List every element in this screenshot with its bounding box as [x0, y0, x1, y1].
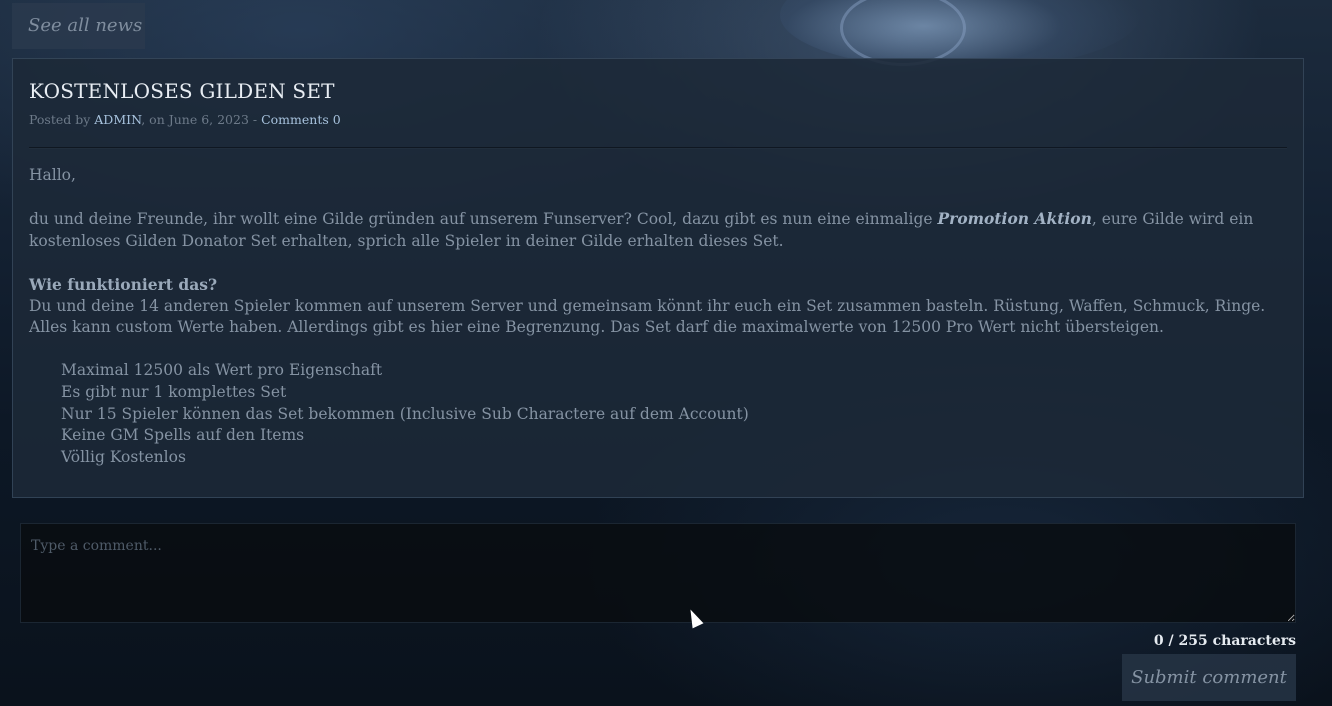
article-meta: Posted by ADMIN, on June 6, 2023 - Comme…	[29, 112, 341, 127]
comments-link[interactable]: Comments 0	[261, 112, 341, 127]
news-article-card: KOSTENLOSES GILDEN SET Posted by ADMIN, …	[12, 58, 1304, 498]
intro-paragraph: du und deine Freunde, ihr wollt eine Gil…	[29, 208, 1289, 252]
list-item: Maximal 12500 als Wert pro Eigenschaft	[61, 361, 383, 380]
article-title: KOSTENLOSES GILDEN SET	[29, 79, 335, 103]
how-it-works-heading: Wie funktioniert das?	[29, 274, 218, 294]
see-all-news-button[interactable]: See all news	[12, 3, 145, 49]
how-it-works-text: Du und deine 14 anderen Spieler kommen a…	[29, 296, 1266, 337]
rules-list: Maximal 12500 als Wert pro Eigenschaft E…	[29, 360, 1289, 468]
intro-text-start: du und deine Freunde, ihr wollt eine Gil…	[29, 210, 938, 229]
posted-by-prefix: Posted by	[29, 112, 95, 127]
list-item: Es gibt nur 1 komplettes Set	[61, 382, 287, 401]
post-date: , on June 6, 2023 -	[141, 112, 262, 127]
list-item: Nur 15 Spieler können das Set bekommen (…	[61, 404, 749, 423]
character-counter: 0 / 255 characters	[1153, 633, 1296, 649]
promotion-highlight: Promotion Aktion	[937, 209, 1092, 229]
author-link[interactable]: ADMIN	[94, 112, 141, 127]
comment-input[interactable]	[20, 523, 1296, 623]
submit-comment-button[interactable]: Submit comment	[1122, 654, 1296, 701]
article-body: Hallo, du und deine Freunde, ihr wollt e…	[29, 165, 1289, 468]
list-item: Keine GM Spells auf den Items	[61, 426, 305, 445]
list-item: Völlig Kostenlos	[61, 447, 186, 466]
greeting-text: Hallo,	[29, 166, 76, 184]
article-divider	[29, 147, 1287, 149]
